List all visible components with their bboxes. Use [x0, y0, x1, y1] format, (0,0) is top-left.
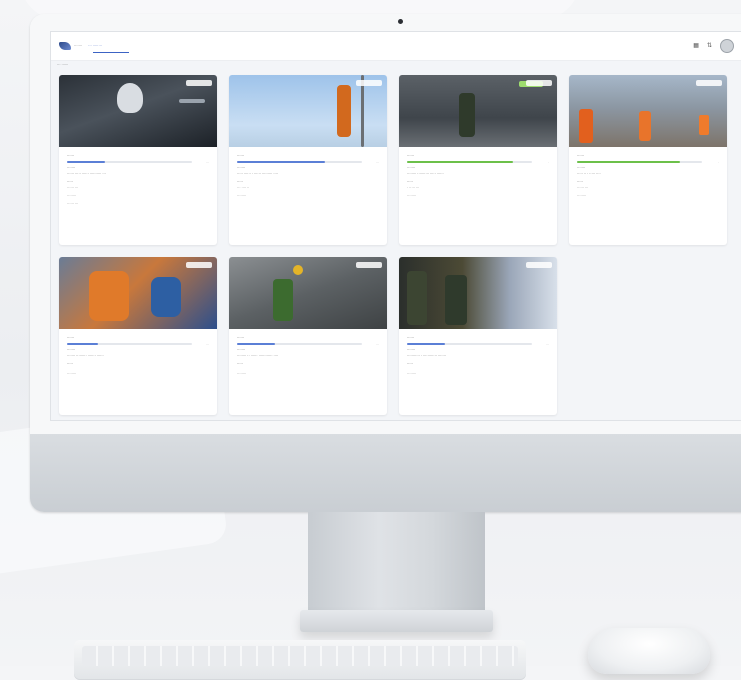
camera-icon — [398, 19, 403, 24]
progress-bar — [237, 343, 362, 345]
course-title[interactable]: ······ ····· ······ ·········· ··· — [67, 172, 209, 176]
progress-fill — [407, 161, 514, 163]
meta-value: ······ ··· — [67, 202, 79, 206]
progress-bar — [407, 161, 532, 163]
progress-label: ······ — [407, 336, 414, 340]
progress-value: ··· — [376, 160, 379, 164]
course-title[interactable]: ········ ·········· ····· ······ — [407, 172, 549, 176]
meta-value: ········ — [407, 372, 417, 376]
course-image — [59, 75, 217, 147]
meta-value: ······ ··· — [67, 186, 79, 190]
meta-label: ····· — [407, 180, 413, 184]
nav-active-indicator — [93, 52, 129, 53]
meta-value: ········ — [237, 372, 247, 376]
meta-value: ········ — [407, 194, 417, 198]
status-badge — [696, 80, 722, 86]
app-header: ······· ··· ········ ▦ ⇅ — [51, 32, 741, 61]
course-image — [399, 75, 557, 147]
progress-value: ··· — [206, 342, 209, 346]
progress-value: ··· — [546, 342, 549, 346]
meta-value: ········ — [67, 194, 77, 198]
progress-fill — [67, 161, 105, 163]
monitor-stand — [308, 512, 485, 622]
course-title[interactable]: ····· ·· · ····· ···· — [577, 172, 719, 176]
monitor-stand-base — [300, 610, 493, 632]
course-label: ······· — [237, 348, 246, 352]
course-card[interactable]: ······ ··· ······· ··········· · ·······… — [399, 257, 557, 415]
course-card[interactable]: ······ ··· ······· ······ ····· ······ ·… — [59, 75, 217, 245]
breadcrumb: ··· ······ — [57, 63, 69, 67]
progress-bar — [237, 161, 362, 163]
progress-label: ······ — [577, 154, 584, 158]
status-badge — [186, 80, 212, 86]
monitor-chin — [30, 434, 741, 512]
course-card[interactable]: ······ ··· ······· ······· ········· ···… — [59, 257, 217, 415]
progress-fill — [237, 161, 325, 163]
progress-fill — [237, 343, 275, 345]
course-title[interactable]: ········ ·· ······ ············ ···· — [237, 354, 379, 358]
meta-value: · ····· ··· — [407, 186, 420, 190]
progress-label: ······ — [67, 336, 74, 340]
course-card[interactable]: ······ ··· ······· ····· ······ · ······… — [229, 75, 387, 245]
meta-value: ··· ···· ·· — [237, 186, 250, 190]
course-image — [399, 257, 557, 329]
grid-icon[interactable]: ▦ — [693, 43, 699, 49]
notification-icon[interactable]: ⇅ — [707, 43, 712, 49]
status-badge — [526, 262, 552, 268]
progress-bar — [407, 343, 532, 345]
progress-bar — [67, 343, 192, 345]
course-label: ······· — [67, 166, 76, 170]
progress-value: ··· — [376, 342, 379, 346]
meta-label: ····· — [67, 362, 73, 366]
progress-fill — [407, 343, 445, 345]
progress-label: ······ — [67, 154, 74, 158]
course-card[interactable]: ······ · ······· ········ ·········· ···… — [399, 75, 557, 245]
course-image — [229, 257, 387, 329]
meta-label: ····· — [237, 362, 243, 366]
meta-value: ········ — [577, 194, 587, 198]
course-label: ······· — [407, 166, 416, 170]
meta-label: ····· — [237, 180, 243, 184]
progress-value: · — [718, 160, 719, 164]
progress-value: · — [548, 160, 549, 164]
logo-text: ······· — [74, 44, 83, 48]
meta-value: ········ — [67, 372, 77, 376]
progress-label: ······ — [237, 154, 244, 158]
logo[interactable]: ······· — [59, 42, 82, 50]
course-card[interactable]: ······ ··· ······· ········ ·· ······ ··… — [229, 257, 387, 415]
nav-item-active[interactable]: ··· ········ — [88, 44, 102, 48]
meta-value: ········ — [237, 194, 247, 198]
meta-value: ······ ··· — [577, 186, 589, 190]
course-image — [59, 257, 217, 329]
keyboard — [74, 640, 526, 680]
meta-label: ····· — [577, 180, 583, 184]
progress-fill — [577, 161, 680, 163]
course-label: ······· — [407, 348, 416, 352]
mouse — [588, 628, 710, 674]
logo-icon — [59, 42, 71, 50]
course-image — [229, 75, 387, 147]
progress-fill — [67, 343, 99, 345]
course-title[interactable]: ······· ········· ······· ······ — [67, 354, 209, 358]
progress-label: ······ — [237, 336, 244, 340]
progress-label: ······ — [407, 154, 414, 158]
course-title[interactable]: ····· ······ · ······ ········· ···· — [237, 172, 379, 176]
meta-label: ····· — [67, 180, 73, 184]
status-badge — [526, 80, 552, 86]
status-badge — [186, 262, 212, 268]
avatar[interactable] — [720, 39, 734, 53]
progress-bar — [577, 161, 702, 163]
course-label: ······· — [577, 166, 586, 170]
progress-bar — [67, 161, 192, 163]
course-label: ······· — [67, 348, 76, 352]
status-badge — [356, 80, 382, 86]
course-image — [569, 75, 727, 147]
progress-value: ··· — [206, 160, 209, 164]
course-title[interactable]: ··········· · ············ ······· — [407, 354, 549, 358]
course-card[interactable]: ······ · ······· ····· ·· · ····· ···· ·… — [569, 75, 727, 245]
meta-label: ····· — [407, 362, 413, 366]
course-label: ······· — [237, 166, 246, 170]
screen: ······· ··· ········ ▦ ⇅ ··· ······ ····… — [50, 31, 741, 421]
status-badge — [356, 262, 382, 268]
